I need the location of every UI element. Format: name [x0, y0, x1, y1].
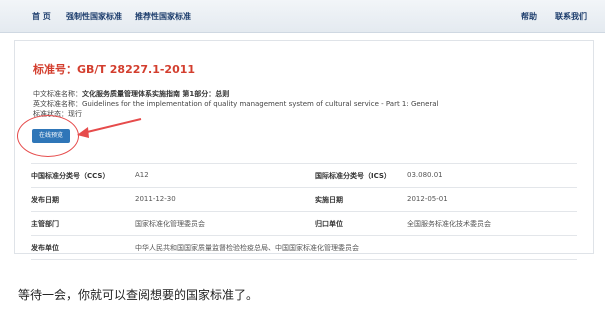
- nav-contact[interactable]: 联系我们: [555, 11, 587, 22]
- top-nav: 首 页 强制性国家标准 推荐性国家标准 帮助 联系我们: [0, 0, 605, 33]
- department-value: 国家标准化管理委员会: [135, 220, 205, 228]
- red-arrow-icon: [77, 118, 142, 138]
- instruction-text: 等待一会，你就可以查阅想要的国家标准了。: [18, 288, 259, 302]
- details-table: 中国标准分类号（CCS） A12 国际标准分类号（ICS） 03.080.01 …: [31, 163, 577, 260]
- english-name-line: 英文标准名称：Guidelines for the implementation…: [33, 99, 439, 109]
- ccs-label: 中国标准分类号（CCS）: [31, 172, 110, 180]
- implement-date-label: 实施日期: [315, 196, 343, 204]
- standard-number: 标准号：GB/T 28227.1-2011: [33, 63, 196, 76]
- nav-mandatory-standards[interactable]: 强制性国家标准: [66, 11, 122, 22]
- chinese-name-line: 中文标准名称：文化服务质量管理体系实施指南 第1部分：总则: [33, 89, 229, 99]
- english-name-value: Guidelines for the implementation of qua…: [82, 100, 439, 108]
- table-row: 发布日期 2011-12-30 实施日期 2012-05-01: [31, 187, 577, 211]
- ccs-value: A12: [135, 171, 149, 179]
- nav-recommended-standards[interactable]: 推荐性国家标准: [135, 11, 191, 22]
- table-row: 发布单位 中华人民共和国国家质量监督检验检疫总局、中国国家标准化管理委员会: [31, 235, 577, 260]
- publish-date-value: 2011-12-30: [135, 195, 176, 203]
- standard-card: 标准号：GB/T 28227.1-2011 中文标准名称：文化服务质量管理体系实…: [14, 40, 594, 260]
- nav-home[interactable]: 首 页: [32, 11, 51, 22]
- ics-value: 03.080.01: [407, 171, 443, 179]
- english-name-label: 英文标准名称：: [33, 100, 82, 108]
- chinese-name-label: 中文标准名称：: [33, 90, 82, 98]
- chinese-name-value: 文化服务质量管理体系实施指南 第1部分：总则: [82, 90, 230, 98]
- responsible-unit-value: 全国服务标准化技术委员会: [407, 220, 491, 228]
- implement-date-value: 2012-05-01: [407, 195, 448, 203]
- table-row: 中国标准分类号（CCS） A12 国际标准分类号（ICS） 03.080.01: [31, 163, 577, 187]
- publish-date-label: 发布日期: [31, 196, 59, 204]
- department-label: 主管部门: [31, 220, 59, 228]
- responsible-unit-label: 归口单位: [315, 220, 343, 228]
- nav-help[interactable]: 帮助: [521, 11, 537, 22]
- issuer-value: 中华人民共和国国家质量监督检验检疫总局、中国国家标准化管理委员会: [135, 244, 359, 252]
- table-row: 主管部门 国家标准化管理委员会 归口单位 全国服务标准化技术委员会: [31, 211, 577, 235]
- online-preview-button[interactable]: 在线预览: [32, 129, 70, 143]
- ics-label: 国际标准分类号（ICS）: [315, 172, 391, 180]
- issuer-label: 发布单位: [31, 244, 59, 252]
